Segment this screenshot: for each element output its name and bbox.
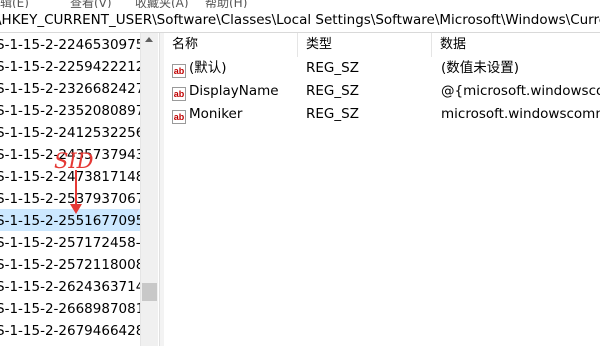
tree-item-label: S-1-15-2-2668987081-256	[0, 301, 140, 317]
value-name-cell: ab Moniker	[172, 103, 298, 126]
tree-item[interactable]: S-1-15-2-2246530975-808	[0, 33, 140, 55]
tree-item-label: S-1-15-2-2572118008-307	[0, 257, 140, 273]
value-name: (默认)	[189, 60, 227, 76]
value-data: (数值未设置)	[441, 60, 520, 76]
tree-item-label: S-1-15-2-2435737943-167	[0, 147, 140, 163]
tree-item[interactable]: S-1-15-2-257172458-2742	[0, 231, 140, 253]
menu-bar: 辑(E) 查看(V) 收藏夹(A) 帮助(H)	[0, 0, 600, 8]
tree-item-label: S-1-15-2-2679466428-225	[0, 323, 140, 339]
menu-favorites[interactable]: 收藏夹(A)	[135, 0, 189, 8]
tree-item[interactable]: S-1-15-2-2572118008-307	[0, 253, 140, 275]
tree-item[interactable]: S-1-15-2-2537937067-214	[0, 187, 140, 209]
tree-item[interactable]: S-1-15-2-2326682427-755	[0, 77, 140, 99]
tree-item-label: S-1-15-2-2326682427-755	[0, 81, 140, 97]
value-name: Moniker	[189, 106, 243, 122]
column-header-type[interactable]: 类型	[298, 33, 432, 57]
tree-item-label: S-1-15-2-2352080897-405	[0, 103, 140, 119]
tree-item[interactable]: S-1-15-2-2624363714-184	[0, 275, 140, 297]
address-path[interactable]: \HKEY_CURRENT_USER\Software\Classes\Loca…	[0, 12, 600, 28]
menu-view[interactable]: 查看(V)	[70, 0, 112, 8]
value-row[interactable]: ab (默认) REG_SZ (数值未设置)	[164, 57, 600, 80]
value-data: microsoft.windowscomm	[441, 106, 600, 122]
value-row[interactable]: ab DisplayName REG_SZ @{microsoft.windowsco…	[164, 80, 600, 103]
value-type: REG_SZ	[306, 60, 359, 76]
tree-item[interactable]: S-1-15-2-2679466428-225	[0, 319, 140, 341]
tree-item[interactable]: S-1-15-2-2259422212-133	[0, 55, 140, 77]
tree-item-label: S-1-15-2-2537937067-214	[0, 191, 140, 207]
value-name-cell: ab DisplayName	[172, 80, 298, 103]
menu-edit[interactable]: 辑(E)	[0, 0, 29, 8]
menu-help[interactable]: 帮助(H)	[205, 0, 247, 8]
tree-scrollbar[interactable]	[140, 33, 158, 346]
value-data: @{microsoft.windowscom	[441, 83, 600, 99]
key-tree[interactable]: S-1-15-2-2246530975-808 S-1-15-2-22594222…	[0, 33, 140, 346]
string-value-icon: ab	[172, 64, 186, 78]
tree-item[interactable]: S-1-15-2-2412532256-328	[0, 121, 140, 143]
value-type: REG_SZ	[306, 106, 359, 122]
tree-item-label: S-1-15-2-2259422212-133	[0, 59, 140, 75]
scrollbar-thumb[interactable]	[142, 283, 157, 301]
column-header-data[interactable]: 数据	[432, 33, 600, 57]
values-list[interactable]: 名称 类型 数据 ab (默认) REG_SZ (数值未设置) ab DisplayNam…	[164, 33, 600, 346]
value-type: REG_SZ	[306, 83, 359, 99]
tree-item[interactable]: S-1-15-2-2352080897-405	[0, 99, 140, 121]
tree-item[interactable]: S-1-15-2-2473817148-393	[0, 165, 140, 187]
tree-item-label: S-1-15-2-2246530975-808	[0, 37, 140, 53]
tree-item-label: S-1-15-2-2624363714-184	[0, 279, 140, 295]
column-header-name[interactable]: 名称	[164, 33, 298, 57]
tree-item[interactable]: S-1-15-2-2668987081-256	[0, 297, 140, 319]
tree-item-label: S-1-15-2-2551677095-235	[0, 213, 140, 229]
triangle-up-icon[interactable]	[145, 37, 153, 42]
value-row[interactable]: ab Moniker REG_SZ microsoft.windowscomm	[164, 103, 600, 126]
tree-item[interactable]: S-1-15-2-2716519946-202	[0, 341, 140, 346]
tree-item[interactable]: S-1-15-2-2551677095-235	[0, 209, 140, 231]
value-name-cell: ab (默认)	[172, 57, 298, 80]
string-value-icon: ab	[172, 87, 186, 101]
value-name: DisplayName	[189, 83, 279, 99]
tree-item-label: S-1-15-2-257172458-2742	[0, 235, 140, 251]
address-bar[interactable]: \HKEY_CURRENT_USER\Software\Classes\Loca…	[0, 8, 600, 33]
tree-item-label: S-1-15-2-2473817148-393	[0, 169, 140, 185]
tree-item[interactable]: S-1-15-2-2435737943-167	[0, 143, 140, 165]
string-value-icon: ab	[172, 110, 186, 124]
tree-item-label: S-1-15-2-2412532256-328	[0, 125, 140, 141]
